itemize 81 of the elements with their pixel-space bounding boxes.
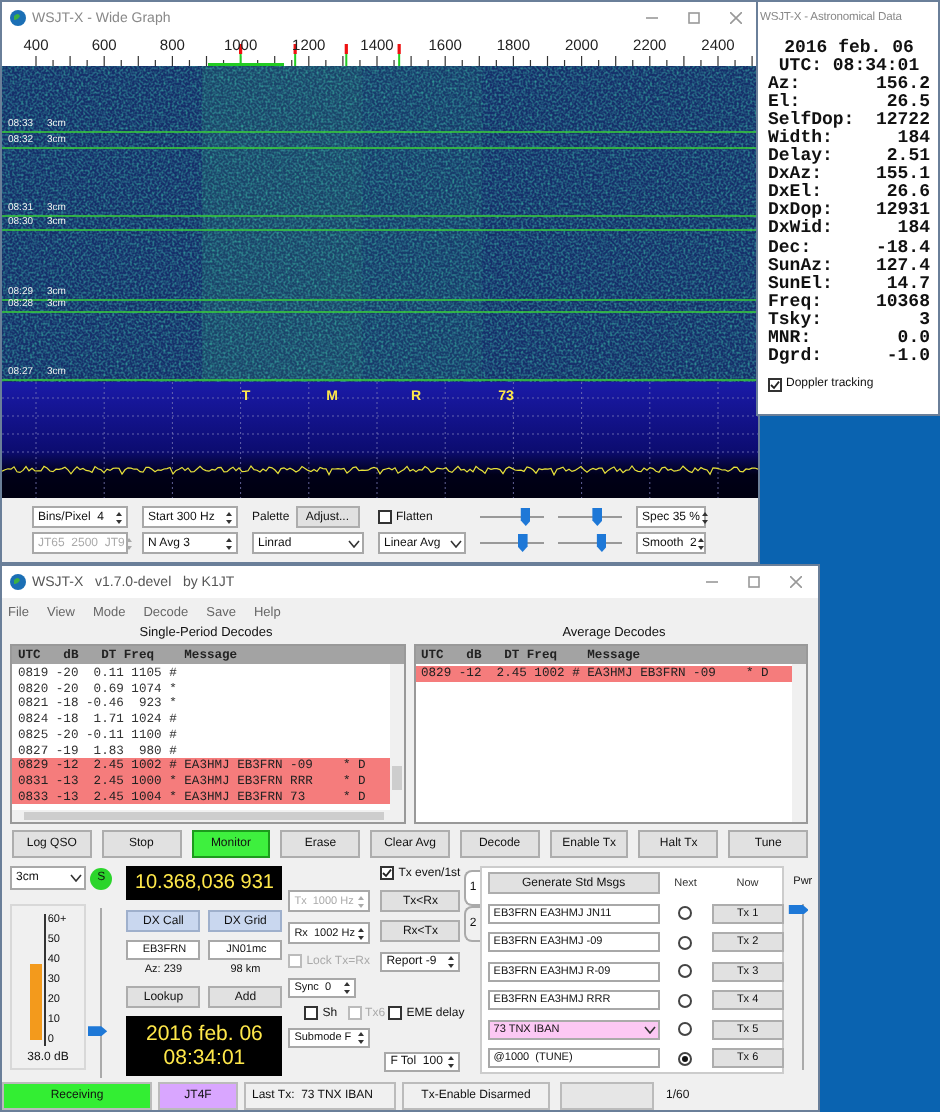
- radio-button[interactable]: [678, 906, 693, 920]
- spin-arrows-icon: [224, 509, 234, 525]
- spin-arrows-icon: [356, 925, 367, 941]
- radio-button[interactable]: [678, 935, 693, 949]
- date-text: 2016 feb. 06: [782, 40, 916, 58]
- radio-button[interactable]: [678, 1051, 693, 1065]
- slider-thumb[interactable]: [596, 534, 607, 552]
- slider-thumb[interactable]: [592, 508, 603, 526]
- globe-icon: [10, 10, 26, 26]
- spin-arrows-icon: [446, 1054, 457, 1070]
- data-label: Dec:: [768, 239, 812, 258]
- spin-arrows-icon: [696, 535, 707, 551]
- data-value: 156.2: [875, 76, 930, 95]
- data-label: Tsky:: [768, 311, 823, 330]
- slider-thumb[interactable]: [87, 1026, 108, 1037]
- data-label: Az:: [768, 76, 801, 95]
- radio-button[interactable]: [678, 1022, 693, 1036]
- scrollbar[interactable]: [792, 664, 806, 822]
- caret-icon: [70, 874, 82, 882]
- data-value: -18.4: [875, 239, 930, 258]
- data-value: 12931: [875, 202, 930, 221]
- data-label: MNR:: [768, 329, 812, 348]
- data-value: 184: [897, 130, 930, 149]
- close-icon: [730, 12, 742, 24]
- data-value: 2.51: [886, 148, 930, 167]
- data-label: SunAz:: [768, 257, 833, 276]
- data-label: Delay:: [768, 148, 833, 167]
- data-value: 0.0: [897, 329, 930, 348]
- spin-arrows-icon: [356, 1030, 367, 1046]
- data-label: DxEl:: [768, 184, 823, 203]
- minimize-icon: [706, 576, 718, 588]
- radio-button[interactable]: [678, 993, 693, 1007]
- slider-thumb[interactable]: [788, 904, 809, 915]
- data-value: 127.4: [875, 257, 930, 276]
- spin-arrows-icon: [124, 535, 135, 551]
- caret-icon: [643, 1025, 656, 1033]
- data-label: SunEl:: [768, 275, 833, 294]
- checkbox[interactable]: [378, 510, 392, 524]
- data-value: 26.6: [886, 184, 930, 203]
- scrollbar[interactable]: [389, 664, 403, 810]
- caret-icon: [348, 539, 360, 547]
- slider-thumb[interactable]: [517, 534, 528, 552]
- clock-date: 2016 feb. 06: [146, 1022, 263, 1046]
- spin-arrows-icon: [700, 509, 711, 525]
- data-value: 155.1: [875, 166, 930, 185]
- data-label: Dgrd:: [768, 347, 823, 366]
- spin-arrows-icon: [114, 509, 124, 525]
- data-value: 26.5: [886, 94, 930, 113]
- data-value: 184: [897, 220, 930, 240]
- spin-arrows-icon: [356, 893, 367, 909]
- maximize-icon: [688, 12, 700, 24]
- data-value: 14.7: [886, 275, 930, 294]
- checkbox[interactable]: [380, 866, 395, 880]
- checkbox[interactable]: [388, 1006, 403, 1020]
- spin-arrows-icon: [446, 954, 457, 970]
- minimize-icon: [646, 12, 658, 24]
- data-value: 3: [919, 311, 930, 330]
- globe-icon: [10, 574, 26, 590]
- checkbox[interactable]: [768, 377, 782, 392]
- data-value: 12722: [875, 112, 930, 131]
- clock-time: 08:34:01: [163, 1046, 246, 1070]
- radio-button[interactable]: [678, 964, 693, 978]
- data-value: 10368: [875, 293, 930, 312]
- slider-thumb[interactable]: [520, 508, 531, 526]
- caret-icon: [450, 539, 462, 547]
- maximize-icon: [748, 576, 760, 588]
- scrollbar[interactable]: [12, 810, 403, 822]
- close-icon: [790, 576, 802, 588]
- data-label: SelfDop:: [768, 112, 855, 131]
- spin-arrows-icon: [342, 980, 353, 996]
- data-label: DxDop:: [768, 202, 833, 221]
- data-label: El:: [768, 94, 801, 113]
- data-label: Width:: [768, 130, 833, 149]
- spin-arrows-icon: [224, 535, 234, 551]
- utc-time: UTC: 08:34:01: [778, 58, 920, 77]
- frequency-display: 10.368,036 931: [126, 866, 283, 900]
- data-value: -1.0: [886, 347, 930, 366]
- data-label: Freq:: [768, 293, 823, 312]
- data-label: DxWid:: [768, 220, 833, 240]
- checkbox[interactable]: [304, 1006, 319, 1020]
- data-label: DxAz:: [768, 166, 823, 185]
